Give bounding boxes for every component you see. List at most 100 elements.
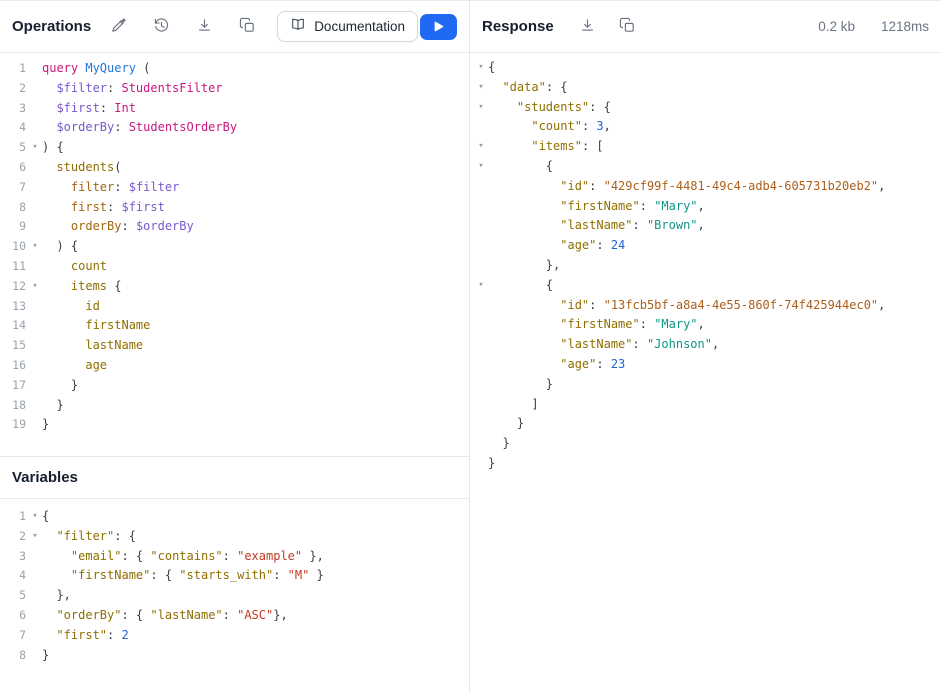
operations-header: Operations <box>0 1 469 53</box>
variables-header: Variables <box>0 456 469 499</box>
code-line: 3 $first: Int <box>0 99 469 119</box>
code-line: "lastName": "Johnson", <box>470 335 941 355</box>
code-line: ▾ { <box>470 276 941 296</box>
code-line: "lastName": "Brown", <box>470 216 941 236</box>
fold-toggle-icon[interactable]: ▾ <box>474 137 488 157</box>
fold-toggle-icon[interactable]: ▾ <box>474 276 488 296</box>
code-text: $orderBy: StudentsOrderBy <box>42 118 237 138</box>
code-line: 13 id <box>0 297 469 317</box>
variables-editor[interactable]: 1▾{2▾ "filter": {3 "email": { "contains"… <box>0 499 469 693</box>
code-line: 7 filter: $filter <box>0 178 469 198</box>
response-header: Response 0.2 kb 1218ms <box>470 1 941 53</box>
code-line: 5 }, <box>0 586 469 606</box>
fold-toggle-icon[interactable]: ▾ <box>474 58 488 78</box>
response-pane: Response 0.2 kb 1218ms ▾{▾ "data": {▾ <box>470 1 941 693</box>
code-text: } <box>488 375 553 395</box>
line-number: 13 <box>0 297 28 317</box>
code-text: orderBy: $orderBy <box>42 217 194 237</box>
fold-toggle-icon[interactable]: ▾ <box>28 138 42 158</box>
code-text: } <box>42 376 78 396</box>
code-text: "email": { "contains": "example" }, <box>42 547 324 567</box>
code-text: }, <box>488 256 560 276</box>
code-text: filter: $filter <box>42 178 179 198</box>
code-text: "firstName": { "starts_with": "M" } <box>42 566 324 586</box>
code-line: 4 $orderBy: StudentsOrderBy <box>0 118 469 138</box>
fold-spacer <box>474 117 488 137</box>
code-text: $filter: StudentsFilter <box>42 79 223 99</box>
fold-spacer <box>28 59 42 79</box>
fold-spacer <box>28 646 42 666</box>
fold-spacer <box>28 376 42 396</box>
line-number: 2 <box>0 527 28 547</box>
line-number: 15 <box>0 336 28 356</box>
line-number: 3 <box>0 547 28 567</box>
fold-spacer <box>474 395 488 415</box>
code-line: } <box>470 454 941 474</box>
code-line: 10▾ ) { <box>0 237 469 257</box>
copy-icon <box>239 17 256 37</box>
code-line: 12▾ items { <box>0 277 469 297</box>
fold-toggle-icon[interactable]: ▾ <box>474 98 488 118</box>
fold-spacer <box>28 158 42 178</box>
code-text: "lastName": "Brown", <box>488 216 705 236</box>
fold-spacer <box>28 257 42 277</box>
code-text: "age": 24 <box>488 236 625 256</box>
code-line: 15 lastName <box>0 336 469 356</box>
fold-toggle-icon[interactable]: ▾ <box>28 507 42 527</box>
code-line: 2 $filter: StudentsFilter <box>0 79 469 99</box>
code-text: ) { <box>42 138 64 158</box>
fold-spacer <box>474 296 488 316</box>
line-number: 4 <box>0 118 28 138</box>
line-number: 9 <box>0 217 28 237</box>
fold-spacer <box>474 197 488 217</box>
code-text: "count": 3, <box>488 117 611 137</box>
history-button[interactable] <box>151 17 171 37</box>
left-pane: Operations <box>0 1 470 693</box>
code-line: 5▾) { <box>0 138 469 158</box>
code-text: "age": 23 <box>488 355 625 375</box>
line-number: 5 <box>0 586 28 606</box>
documentation-label: Documentation <box>314 19 405 34</box>
code-text: } <box>42 646 49 666</box>
code-line: ▾ "items": [ <box>470 137 941 157</box>
line-number: 1 <box>0 507 28 527</box>
code-line: "id": "13fcb5bf-a8a4-4e55-860f-74f425944… <box>470 296 941 316</box>
code-text: "data": { <box>488 78 568 98</box>
response-viewer: ▾{▾ "data": {▾ "students": { "count": 3,… <box>470 53 941 693</box>
code-line: } <box>470 375 941 395</box>
download-response-button[interactable] <box>578 17 598 37</box>
code-line: 19} <box>0 415 469 435</box>
line-number: 7 <box>0 626 28 646</box>
fold-toggle-icon[interactable]: ▾ <box>474 157 488 177</box>
code-text: "orderBy": { "lastName": "ASC"}, <box>42 606 288 626</box>
operations-editor[interactable]: 1query MyQuery (2 $filter: StudentsFilte… <box>0 53 469 456</box>
fold-spacer <box>474 335 488 355</box>
download-operations-button[interactable] <box>194 17 214 37</box>
execute-query-button[interactable] <box>420 14 457 40</box>
copy-response-button[interactable] <box>618 17 638 37</box>
code-line: "firstName": "Mary", <box>470 197 941 217</box>
fold-spacer <box>28 336 42 356</box>
copy-operations-button[interactable] <box>237 17 257 37</box>
line-number: 8 <box>0 646 28 666</box>
code-text: { <box>488 276 553 296</box>
code-line: ▾ { <box>470 157 941 177</box>
download-icon <box>196 17 213 37</box>
code-text: } <box>488 414 524 434</box>
code-line: 1▾{ <box>0 507 469 527</box>
documentation-button[interactable]: Documentation <box>277 11 418 42</box>
fold-toggle-icon[interactable]: ▾ <box>474 78 488 98</box>
fold-spacer <box>474 256 488 276</box>
fold-toggle-icon[interactable]: ▾ <box>28 237 42 257</box>
code-line: 4 "firstName": { "starts_with": "M" } <box>0 566 469 586</box>
fold-toggle-icon[interactable]: ▾ <box>28 277 42 297</box>
code-line: "age": 24 <box>470 236 941 256</box>
fold-toggle-icon[interactable]: ▾ <box>28 527 42 547</box>
code-line: 18 } <box>0 396 469 416</box>
line-number: 6 <box>0 606 28 626</box>
fold-spacer <box>28 99 42 119</box>
code-text: { <box>42 507 49 527</box>
prettify-button[interactable] <box>108 17 128 37</box>
code-text: ] <box>488 395 539 415</box>
code-line: 3 "email": { "contains": "example" }, <box>0 547 469 567</box>
